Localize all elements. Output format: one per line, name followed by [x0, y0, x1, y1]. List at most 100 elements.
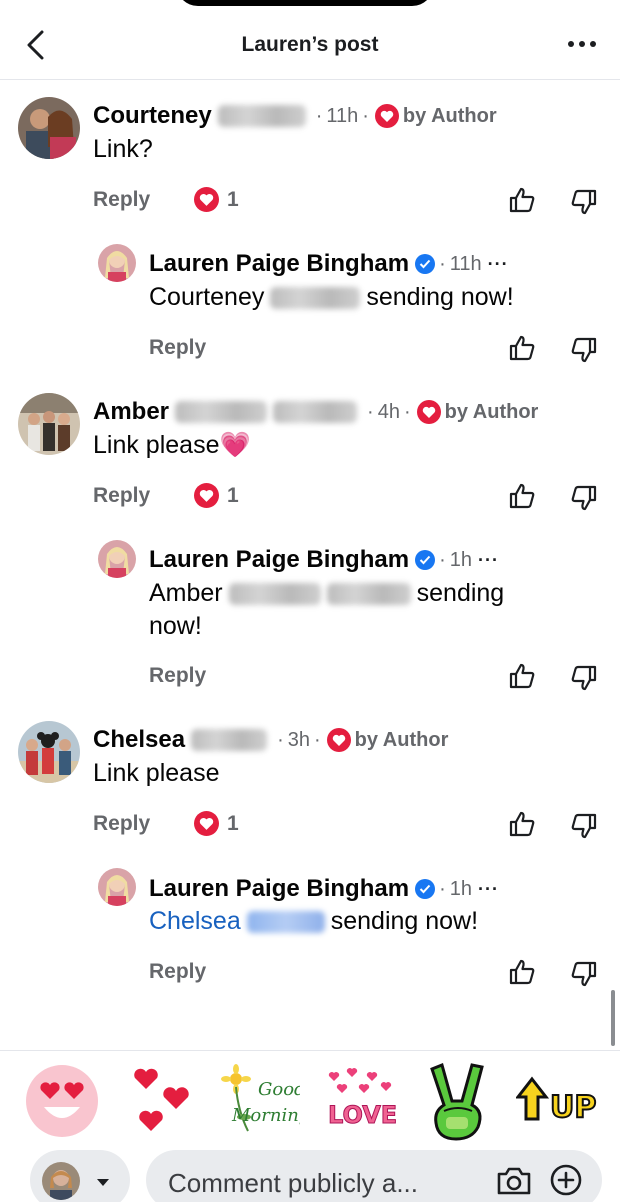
scrollbar[interactable] [611, 990, 615, 1046]
replier-name[interactable]: Lauren Paige Bingham [149, 875, 409, 903]
more-options-icon[interactable]: ··· [478, 550, 499, 571]
comment-text: Link please💗 [93, 431, 251, 459]
love-sticker[interactable]: LOVE [322, 1067, 396, 1133]
comment-text: Link please [93, 759, 220, 787]
reply-meta: Lauren Paige Bingham · 1h ··· [149, 546, 499, 574]
by-author-label: by Author [402, 104, 497, 127]
comments-list[interactable]: Courteney · 11h · by Author Link? Reply … [0, 80, 620, 1050]
sticker-text: UP [550, 1090, 596, 1125]
by-author-label: by Author [354, 728, 449, 751]
comment-text: Link? [93, 135, 153, 163]
commenter-name[interactable]: Courteney [93, 102, 212, 130]
blurred-surname [217, 105, 306, 127]
like-icon[interactable] [508, 482, 536, 510]
blurred-surname [191, 729, 268, 751]
dislike-icon[interactable] [570, 336, 598, 364]
sticker-suggestions: Good Morning LOVE UP [0, 1050, 620, 1146]
avatar[interactable] [98, 540, 136, 578]
comment-meta: Amber · 4h · by Author [93, 398, 539, 426]
reaction-count[interactable]: 1 [194, 187, 239, 212]
reply-button[interactable]: Reply [93, 484, 150, 508]
reply-button[interactable]: Reply [93, 812, 150, 836]
commenter-name[interactable]: Amber [93, 398, 169, 426]
reply-button[interactable]: Reply [149, 336, 206, 360]
avatar [42, 1162, 80, 1200]
reply-actions: Reply [0, 332, 620, 366]
chevron-down-icon [97, 1179, 109, 1186]
peace-hand-sticker[interactable] [428, 1061, 488, 1141]
reply-text-continued: now! [149, 612, 202, 640]
up-sticker[interactable]: UP [516, 1075, 602, 1127]
reaction-count[interactable]: 1 [194, 483, 239, 508]
timestamp: 1h [449, 548, 472, 571]
dislike-icon[interactable] [570, 484, 598, 512]
dislike-icon[interactable] [570, 188, 598, 216]
comment-meta: Chelsea · 3h · by Author [93, 726, 449, 754]
reply-meta: Lauren Paige Bingham · 11h ··· [149, 250, 509, 278]
avatar[interactable] [98, 868, 136, 906]
comment-actions: Reply 1 [0, 480, 620, 514]
dislike-icon[interactable] [570, 960, 598, 988]
like-icon[interactable] [508, 662, 536, 690]
heart-icon [374, 104, 399, 128]
timestamp: 3h [287, 728, 310, 751]
avatar[interactable] [18, 721, 80, 783]
like-icon[interactable] [508, 334, 536, 362]
heart-icon [194, 187, 219, 212]
blurred-surname [273, 401, 358, 423]
heart-icon [326, 728, 351, 752]
reply-button[interactable]: Reply [93, 188, 150, 212]
more-options-icon[interactable]: ··· [478, 879, 499, 900]
sticker-text: Good [258, 1079, 300, 1100]
avatar[interactable] [18, 393, 80, 455]
reply-meta: Lauren Paige Bingham · 1h ··· [149, 875, 499, 903]
replier-name[interactable]: Lauren Paige Bingham [149, 546, 409, 574]
comment-actions: Reply 1 [0, 184, 620, 218]
page-title: Lauren’s post [241, 33, 379, 56]
like-icon[interactable] [508, 810, 536, 838]
reply-button[interactable]: Reply [149, 960, 206, 984]
reply-text: Courteney sending now! [149, 283, 514, 311]
verified-badge-icon [415, 550, 436, 570]
good-morning-sticker[interactable]: Good Morning [218, 1061, 300, 1139]
heart-icon [416, 400, 441, 424]
reply-text: Chelsea sending now! [149, 907, 479, 935]
blurred-surname [246, 911, 325, 934]
mention-link[interactable]: Chelsea [149, 907, 241, 935]
post-header: Lauren’s post [0, 0, 620, 80]
account-switcher[interactable] [30, 1150, 130, 1202]
reaction-count[interactable]: 1 [194, 811, 239, 836]
sticker-text: LOVE [328, 1101, 396, 1129]
comment-input[interactable]: Comment publicly a... [146, 1150, 602, 1202]
like-icon[interactable] [508, 958, 536, 986]
comment-placeholder: Comment publicly a... [168, 1168, 418, 1198]
camera-icon[interactable] [496, 1166, 532, 1196]
reply-actions: Reply [0, 660, 620, 694]
timestamp: 11h [326, 104, 359, 127]
blurred-surname [270, 287, 361, 310]
replier-name[interactable]: Lauren Paige Bingham [149, 250, 409, 278]
verified-badge-icon [415, 254, 436, 274]
sticker-text: Morning [231, 1105, 300, 1126]
comment-composer: Comment publicly a... [0, 1150, 620, 1202]
dislike-icon[interactable] [570, 664, 598, 692]
reply-actions: Reply [0, 956, 620, 990]
dislike-icon[interactable] [570, 812, 598, 840]
more-horizontal-icon[interactable] [566, 32, 598, 56]
by-author-label: by Author [444, 400, 539, 423]
reply-button[interactable]: Reply [149, 664, 206, 688]
pink-heart-emoji: 💗 [219, 431, 251, 459]
reply-text: Amber sending [149, 579, 505, 607]
avatar[interactable] [18, 97, 80, 159]
avatar[interactable] [98, 244, 136, 282]
blurred-surname [228, 583, 321, 606]
commenter-name[interactable]: Chelsea [93, 726, 185, 754]
like-icon[interactable] [508, 186, 536, 214]
heart-eyes-sticker[interactable] [24, 1063, 100, 1139]
timestamp: 4h [377, 400, 400, 423]
verified-badge-icon [415, 879, 436, 899]
more-options-icon[interactable]: ··· [488, 254, 509, 275]
hearts-sticker[interactable] [130, 1065, 194, 1135]
comment-actions: Reply 1 [0, 808, 620, 842]
plus-circle-icon[interactable] [550, 1164, 582, 1196]
